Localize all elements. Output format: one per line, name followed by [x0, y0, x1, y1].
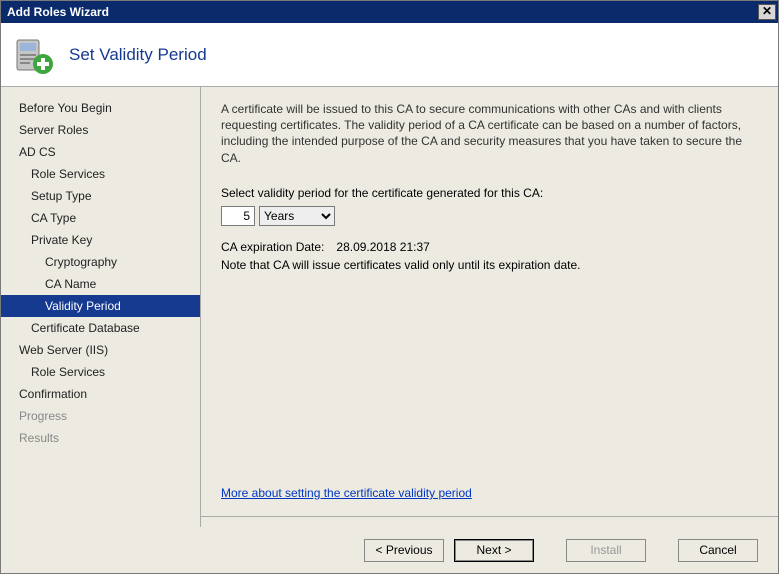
header: Set Validity Period	[1, 23, 778, 87]
nav-item-server-roles[interactable]: Server Roles	[1, 119, 200, 141]
nav-item-confirmation[interactable]: Confirmation	[1, 383, 200, 405]
sidebar: Before You BeginServer RolesAD CSRole Se…	[1, 87, 201, 527]
nav-item-ca-type[interactable]: CA Type	[1, 207, 200, 229]
nav-item-before-you-begin[interactable]: Before You Begin	[1, 97, 200, 119]
nav-item-ad-cs[interactable]: AD CS	[1, 141, 200, 163]
nav-item-validity-period[interactable]: Validity Period	[1, 295, 200, 317]
previous-button[interactable]: < Previous	[364, 539, 444, 562]
nav-item-setup-type[interactable]: Setup Type	[1, 185, 200, 207]
expiration-row: CA expiration Date: 28.09.2018 21:37	[221, 240, 758, 254]
expiration-note: Note that CA will issue certificates val…	[221, 258, 758, 272]
validity-period-row: Years	[221, 206, 758, 226]
content-separator	[201, 516, 778, 517]
expiration-label: CA expiration Date:	[221, 240, 324, 254]
next-button[interactable]: Next >	[454, 539, 534, 562]
select-validity-label: Select validity period for the certifica…	[221, 186, 758, 200]
nav-item-ca-name[interactable]: CA Name	[1, 273, 200, 295]
nav-item-results[interactable]: Results	[1, 427, 200, 449]
cancel-button[interactable]: Cancel	[678, 539, 758, 562]
validity-unit-select[interactable]: Years	[259, 206, 335, 226]
more-info-link[interactable]: More about setting the certificate valid…	[221, 486, 472, 500]
expiration-value: 28.09.2018 21:37	[336, 240, 429, 254]
nav-item-cryptography[interactable]: Cryptography	[1, 251, 200, 273]
window-title: Add Roles Wizard	[7, 5, 109, 19]
nav-item-web-server-iis-[interactable]: Web Server (IIS)	[1, 339, 200, 361]
titlebar: Add Roles Wizard ✕	[1, 1, 778, 23]
nav-item-role-services[interactable]: Role Services	[1, 361, 200, 383]
validity-value-input[interactable]	[221, 206, 255, 226]
nav-item-private-key[interactable]: Private Key	[1, 229, 200, 251]
description-text: A certificate will be issued to this CA …	[221, 101, 758, 166]
page-title: Set Validity Period	[69, 45, 207, 65]
footer: < Previous Next > Install Cancel	[1, 527, 778, 573]
nav-item-certificate-database[interactable]: Certificate Database	[1, 317, 200, 339]
close-button[interactable]: ✕	[758, 4, 776, 20]
content-pane: A certificate will be issued to this CA …	[201, 87, 778, 527]
nav-item-role-services[interactable]: Role Services	[1, 163, 200, 185]
wizard-icon	[13, 34, 55, 76]
nav-item-progress[interactable]: Progress	[1, 405, 200, 427]
body: Before You BeginServer RolesAD CSRole Se…	[1, 87, 778, 527]
install-button: Install	[566, 539, 646, 562]
